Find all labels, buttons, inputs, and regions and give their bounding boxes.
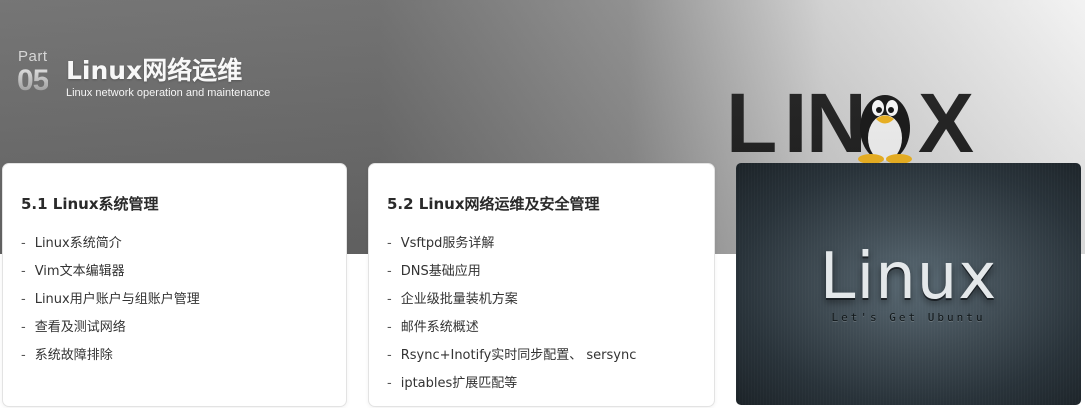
list-item: - 企业级批量装机方案 <box>387 292 518 307</box>
logo-letter-i: I <box>784 76 807 170</box>
list-item: - Vim文本编辑器 <box>21 264 125 279</box>
list-item: - Vsftpd服务详解 <box>387 236 495 251</box>
logo-letter-x: X <box>918 76 974 170</box>
list-item: - DNS基础应用 <box>387 264 481 279</box>
list-item: - Linux用户账户与组账户管理 <box>21 292 200 307</box>
linux-illustration: Linux Let's Get Ubuntu <box>736 163 1081 405</box>
logo-letter-n: N <box>806 76 867 170</box>
part-number: 05 <box>17 64 49 97</box>
list-item: - 查看及测试网络 <box>21 320 126 335</box>
linux-wordmark-logo: L I N X <box>726 76 996 170</box>
page-subtitle: Linux network operation and maintenance <box>66 87 271 99</box>
section-card-5-2: 5.2 Linux网络运维及安全管理 - Vsftpd服务详解 - DNS基础应用 … <box>368 163 715 407</box>
part-label: Part <box>18 48 48 65</box>
topic-list: - Vsftpd服务详解 - DNS基础应用 - 企业级批量装机方案 - 邮件系统概述 … <box>387 234 636 402</box>
list-item: - Rsync+Inotify实时同步配置、 sersync <box>387 348 637 363</box>
list-item: - Linux系统简介 <box>21 236 122 251</box>
section-card-5-1: 5.1 Linux系统管理 - Linux系统简介 - Vim文本编辑器 - Linu… <box>2 163 347 407</box>
illustration-title: Linux <box>819 240 998 314</box>
list-item: - 系统故障排除 <box>21 348 113 363</box>
logo-letter-l: L <box>726 76 777 170</box>
card-title: 5.2 Linux网络运维及安全管理 <box>387 195 600 213</box>
page-title: Linux网络运维 <box>66 56 243 85</box>
list-item: - 邮件系统概述 <box>387 320 479 335</box>
list-item: - iptables扩展匹配等 <box>387 376 518 391</box>
tux-penguin-icon <box>858 95 912 164</box>
card-title: 5.1 Linux系统管理 <box>21 195 159 213</box>
illustration-subtitle: Let's Get Ubuntu <box>831 311 986 324</box>
topic-list: - Linux系统简介 - Vim文本编辑器 - Linux用户账户与组账户管理 -查… <box>21 234 200 374</box>
